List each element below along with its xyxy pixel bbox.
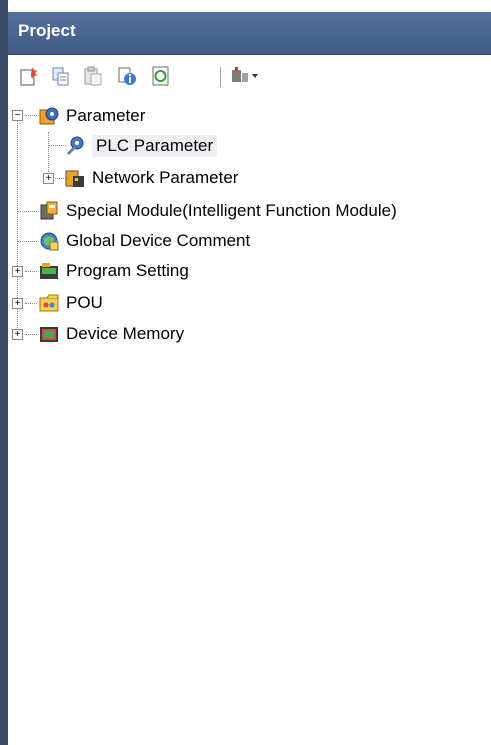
- tree-branch-line: [48, 132, 49, 178]
- tree-hline: [17, 211, 37, 212]
- tree-hline: [25, 115, 37, 116]
- expand-network-parameter-button[interactable]: +: [43, 173, 54, 184]
- tree-item-pou[interactable]: POU: [38, 289, 103, 317]
- tree-item-device-memory[interactable]: Device Memory: [38, 320, 184, 348]
- plc-parameter-icon: [67, 136, 84, 155]
- tree-item-label: PLC Parameter: [92, 135, 218, 157]
- tree-item-special-module[interactable]: Special Module(Intelligent Function Modu…: [38, 197, 397, 225]
- tree-item-program-setting[interactable]: Program Setting: [38, 257, 189, 285]
- expand-device-memory-button[interactable]: +: [12, 329, 23, 340]
- expand-program-setting-button[interactable]: +: [12, 266, 23, 277]
- project-tree: − + + + + Parameter PLC Parameter Networ…: [8, 100, 491, 745]
- panel-titlebar: Project: [8, 12, 491, 55]
- tree-item-label: Device Memory: [66, 324, 185, 343]
- tree-hline: [25, 303, 37, 304]
- panel-left-border: [0, 0, 8, 745]
- tree-hline: [17, 241, 37, 242]
- paste-icon[interactable]: [82, 65, 104, 87]
- new-data-icon[interactable]: [18, 65, 40, 87]
- device-memory-icon: [40, 327, 58, 342]
- toolbar-separator: [220, 67, 221, 87]
- tree-item-label: Program Setting: [66, 261, 189, 280]
- tree-item-global-device-comment[interactable]: Global Device Comment: [38, 227, 250, 255]
- tree-item-plc-parameter[interactable]: PLC Parameter: [64, 132, 218, 160]
- tree-item-label: Parameter: [66, 106, 146, 125]
- tree-item-label: Special Module(Intelligent Function Modu…: [66, 201, 397, 220]
- special-module-icon: [40, 201, 58, 220]
- tree-item-label: POU: [66, 293, 103, 312]
- refresh-icon[interactable]: [150, 65, 172, 87]
- parameter-icon: [39, 107, 59, 125]
- panel-title: Project: [18, 21, 76, 40]
- expand-pou-button[interactable]: +: [12, 298, 23, 309]
- tree-item-parameter[interactable]: Parameter: [38, 102, 145, 130]
- tree-hline: [25, 271, 37, 272]
- collapse-parameter-button[interactable]: −: [12, 110, 23, 121]
- tree-hline: [25, 334, 37, 335]
- project-panel: Project − + + + + Parameter PLC Paramete…: [0, 0, 491, 745]
- tools-dropdown-icon[interactable]: [230, 65, 260, 87]
- tree-item-label: Network Parameter: [92, 168, 239, 187]
- global-device-comment-icon: [40, 232, 59, 251]
- copy-icon[interactable]: [50, 65, 72, 87]
- properties-icon[interactable]: [116, 65, 138, 87]
- program-setting-icon: [40, 263, 58, 279]
- network-parameter-icon: [65, 170, 84, 187]
- pou-icon: [39, 294, 59, 312]
- tree-item-label: Global Device Comment: [66, 231, 251, 250]
- tree-item-network-parameter[interactable]: Network Parameter: [64, 164, 238, 192]
- toolbar: [8, 55, 491, 99]
